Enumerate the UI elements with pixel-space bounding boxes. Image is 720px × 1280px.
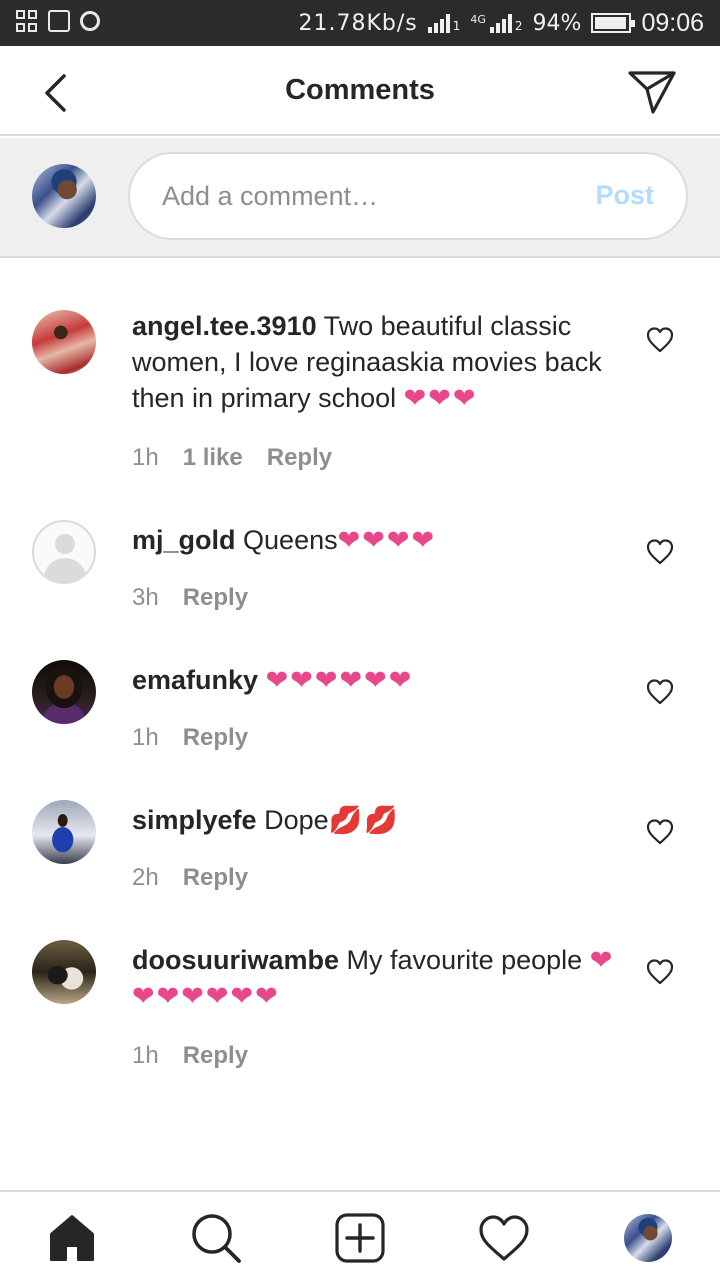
comment-time: 2h [132,864,159,891]
status-bar: 21.78Kb/s 1 4G 2 94% 09:06 [0,0,720,46]
comment-meta: 2h Reply [132,864,248,892]
comment-input[interactable] [162,176,562,216]
comment-time: 1h [132,724,159,751]
avatar[interactable] [32,660,96,724]
sim2-network-type: 4G [470,13,486,26]
bottom-nav [0,1190,720,1280]
heart-icon[interactable] [646,818,674,846]
comment-text: My favourite people [346,945,583,975]
comment-time: 1h [132,444,159,471]
nav-home[interactable] [44,1210,100,1266]
comment-body: simplyefe Dope💋💋 [132,802,632,838]
nav-activity[interactable] [476,1210,532,1266]
battery-icon [591,13,636,33]
comment-body: angel.tee.3910 Two beautiful classic wom… [132,308,632,416]
new-post-icon [335,1213,385,1263]
heart-emoji-icon: ❤❤❤❤ [337,525,437,555]
signal-sim2-icon: 4G 2 [470,13,523,33]
heart-emoji-icon: ❤❤❤ [403,383,478,413]
sync-disc-icon [80,11,100,31]
comment-username[interactable]: angel.tee.3910 [132,311,317,341]
nav-profile[interactable] [620,1210,676,1266]
reply-button[interactable]: Reply [183,1042,248,1070]
comment-body: doosuuriwambe My favourite people ❤❤❤❤❤❤… [132,942,632,1014]
comment-time: 1h [132,1042,159,1069]
comment-text: Dope [264,805,329,835]
sim2-tag: 2 [514,19,523,33]
comment-meta: 1h 1 like Reply [132,444,332,472]
battery-percent: 94% [532,10,582,36]
heart-icon[interactable] [646,538,674,566]
status-indicators: 21.78Kb/s 1 4G 2 94% 09:06 [298,6,704,40]
avatar[interactable] [32,310,96,374]
comment-username[interactable]: simplyefe [132,805,257,835]
notification-icons [16,10,100,32]
comment-text: Queens [243,525,338,555]
avatar [32,164,96,228]
paper-plane-icon [628,71,676,114]
avatar[interactable] [32,800,96,864]
activity-heart-icon [479,1215,529,1261]
default-avatar-icon[interactable] [32,520,96,584]
app-grid-icon [16,10,38,32]
page-title: Comments [285,74,435,106]
avatar[interactable] [32,940,96,1004]
signal-sim1-icon: 1 [427,13,461,33]
heart-icon[interactable] [646,326,674,354]
clock: 09:06 [641,8,704,37]
reply-button[interactable]: Reply [183,584,248,612]
comments-list[interactable]: angel.tee.3910 Two beautiful classic wom… [0,262,720,1190]
comment-username[interactable]: mj_gold [132,525,236,555]
post-button[interactable]: Post [595,180,654,211]
comment-meta: 1h Reply [132,1042,248,1070]
comment-box[interactable]: Post [128,152,688,240]
nav-new-post[interactable] [332,1210,388,1266]
share-button[interactable] [624,66,680,118]
search-icon [192,1214,241,1263]
reply-button[interactable]: Reply [267,444,332,472]
comment-meta: 3h Reply [132,584,248,612]
comment-username[interactable]: doosuuriwambe [132,945,339,975]
battery-fill [595,17,626,29]
nav-search[interactable] [188,1210,244,1266]
comment-body: emafunky ❤❤❤❤❤❤ [132,662,632,698]
comment-composer: Post [0,138,720,258]
home-icon [50,1215,94,1261]
reply-button[interactable]: Reply [183,864,248,892]
profile-avatar [624,1214,672,1262]
header-bar: Comments [0,46,720,136]
screenshot-icon [48,10,70,32]
reply-button[interactable]: Reply [183,724,248,752]
sparkling-heart-emoji-icon: ❤❤❤❤❤❤ [265,665,414,695]
like-count[interactable]: 1 like [183,444,243,472]
sim1-tag: 1 [452,19,461,33]
network-speed: 21.78Kb/s [298,10,418,36]
heart-icon[interactable] [646,958,674,986]
comment-body: mj_gold Queens❤❤❤❤ [132,522,632,558]
kiss-mark-emoji-icon: 💋💋 [328,805,400,835]
comment-time: 3h [132,584,159,611]
comment-meta: 1h Reply [132,724,248,752]
comment-username[interactable]: emafunky [132,665,258,695]
heart-icon[interactable] [646,678,674,706]
